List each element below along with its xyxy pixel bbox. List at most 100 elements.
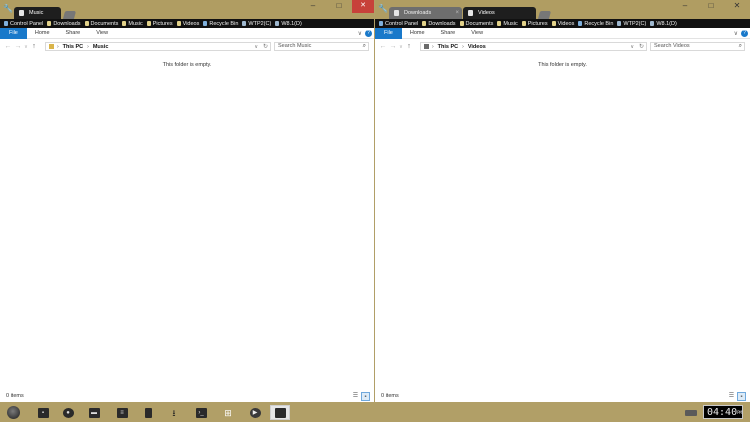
control-panel-icon	[4, 21, 8, 26]
breadcrumb-music[interactable]: Music	[93, 44, 109, 50]
search-icon[interactable]: ⌕	[363, 43, 366, 50]
new-tab-button[interactable]	[62, 11, 77, 19]
folder-icon	[176, 21, 181, 26]
close-button[interactable]: ✕	[724, 0, 750, 13]
windows-logo-icon: ⊞	[224, 407, 232, 418]
tab-share[interactable]: Share	[58, 28, 89, 39]
tab-videos[interactable]: Videos	[463, 7, 536, 19]
wrench-icon[interactable]: 🔧	[3, 5, 13, 13]
tab-home[interactable]: Home	[27, 28, 58, 39]
taskbar-app-media[interactable]: ▶	[246, 405, 264, 420]
new-tab-button[interactable]	[537, 11, 552, 19]
favorite-music[interactable]: Music	[122, 21, 143, 27]
back-button[interactable]: ←	[3, 43, 13, 50]
taskbar-clock[interactable]: 04:40PM	[703, 405, 743, 419]
taskbar-app-installer[interactable]: ⭳	[165, 405, 183, 420]
taskbar-app-terminal[interactable]: ▪	[34, 405, 52, 420]
taskbar-app-phone[interactable]	[139, 405, 157, 420]
tab-share[interactable]: Share	[433, 28, 464, 39]
up-button[interactable]: ↑	[29, 43, 39, 50]
favorite-pictures[interactable]: Pictures	[521, 21, 548, 27]
address-bar[interactable]: › This PC › Music ∨ ↻	[45, 42, 271, 51]
help-icon[interactable]: ?	[365, 29, 372, 37]
favorite-documents[interactable]: Documents	[84, 21, 118, 27]
favorite-videos[interactable]: Videos	[551, 21, 574, 27]
details-view-icon[interactable]: ☰	[351, 392, 360, 401]
expand-ribbon-icon[interactable]: ∨	[731, 30, 741, 37]
refresh-icon[interactable]: ↻	[263, 43, 268, 51]
wrench-icon[interactable]: 🔧	[378, 5, 388, 13]
favorite-recycle-bin[interactable]: Recycle Bin	[578, 21, 613, 27]
tab-downloads[interactable]: Downloads ×	[389, 7, 462, 19]
chevron-down-icon[interactable]: ∨	[254, 43, 258, 51]
favorite-drive-c[interactable]: WTP2(C)	[617, 21, 646, 27]
taskbar-app-explorer[interactable]	[270, 405, 290, 420]
breadcrumb-this-pc[interactable]: This PC	[63, 44, 83, 50]
details-view-icon[interactable]: ☰	[727, 392, 736, 401]
minimize-button[interactable]: –	[300, 0, 326, 13]
favorite-drive-c[interactable]: WTP2(C)	[242, 21, 271, 27]
file-list[interactable]: This folder is empty.	[0, 54, 374, 391]
taskbar-app-toolbox[interactable]: ▬	[85, 405, 103, 420]
forward-button[interactable]: →	[388, 43, 398, 50]
videos-folder-icon	[424, 44, 429, 49]
favorite-music[interactable]: Music	[497, 21, 518, 27]
close-tab-icon[interactable]: ×	[455, 7, 459, 19]
favorite-downloads[interactable]: Downloads	[47, 21, 81, 27]
chevron-down-icon[interactable]: ∨	[630, 43, 634, 51]
favorite-recycle-bin[interactable]: Recycle Bin	[203, 21, 238, 27]
tab-home[interactable]: Home	[402, 28, 433, 39]
taskbar-app-notes[interactable]: ≡	[113, 405, 131, 420]
start-button[interactable]	[7, 406, 20, 419]
breadcrumb-this-pc[interactable]: This PC	[438, 44, 458, 50]
favorite-pictures[interactable]: Pictures	[146, 21, 173, 27]
breadcrumb-videos[interactable]: Videos	[468, 44, 486, 50]
help-icon[interactable]: ?	[741, 29, 748, 37]
address-bar[interactable]: › This PC › Videos ∨ ↻	[420, 42, 647, 51]
favorite-videos[interactable]: Videos	[176, 21, 199, 27]
large-icons-view-icon[interactable]: ▪	[737, 392, 746, 401]
download-tray-icon: ⭳	[172, 407, 176, 418]
back-button[interactable]: ←	[378, 43, 388, 50]
title-bar[interactable]: 🔧 Music – □ ✕	[0, 0, 374, 19]
explorer-window-music: 🔧 Music – □ ✕ Control Panel Downloads Do…	[0, 0, 374, 402]
forward-button[interactable]: →	[13, 43, 23, 50]
large-icons-view-icon[interactable]: ▪	[361, 392, 370, 401]
tab-file[interactable]: File	[0, 27, 27, 39]
maximize-button[interactable]: □	[698, 0, 724, 13]
empty-folder-message: This folder is empty.	[538, 62, 587, 68]
favorite-control-panel[interactable]: Control Panel	[4, 21, 43, 27]
taskbar-app-command-prompt[interactable]: ›_	[192, 405, 210, 420]
chevron-right-icon: ›	[432, 43, 434, 50]
favorite-drive-d[interactable]: W8.1(D)	[650, 21, 677, 27]
file-list[interactable]: This folder is empty.	[375, 54, 750, 391]
notes-icon: ≡	[116, 407, 128, 418]
favorite-downloads[interactable]: Downloads	[422, 21, 456, 27]
battery-icon[interactable]	[685, 410, 697, 416]
maximize-button[interactable]: □	[326, 0, 352, 13]
folder-icon	[497, 21, 502, 26]
search-input[interactable]: Search Videos ⌕	[650, 42, 745, 51]
drive-icon	[650, 21, 655, 26]
tab-file[interactable]: File	[375, 27, 402, 39]
minimize-button[interactable]: –	[672, 0, 698, 13]
taskbar-app-browser[interactable]: ●	[59, 405, 77, 420]
tab-music[interactable]: Music	[14, 7, 61, 19]
favorite-documents[interactable]: Documents	[459, 21, 493, 27]
tab-label: Videos	[478, 10, 495, 16]
search-icon[interactable]: ⌕	[739, 43, 742, 50]
drive-icon	[242, 21, 247, 26]
search-input[interactable]: Search Music ⌕	[274, 42, 369, 51]
title-bar[interactable]: 🔧 Downloads × Videos – □ ✕	[375, 0, 750, 19]
close-button[interactable]: ✕	[352, 0, 374, 13]
navigation-bar: ← → ∨ ↑ › This PC › Music ∨ ↻ Search Mus…	[0, 39, 374, 54]
up-button[interactable]: ↑	[404, 43, 414, 50]
refresh-icon[interactable]: ↻	[639, 43, 644, 51]
tab-view[interactable]: View	[463, 28, 491, 39]
favorite-control-panel[interactable]: Control Panel	[379, 21, 418, 27]
expand-ribbon-icon[interactable]: ∨	[355, 30, 365, 37]
taskbar-app-windows[interactable]: ⊞	[219, 405, 237, 420]
chevron-right-icon: ›	[57, 43, 59, 50]
tab-view[interactable]: View	[88, 28, 116, 39]
favorite-drive-d[interactable]: W8.1(D)	[275, 21, 302, 27]
